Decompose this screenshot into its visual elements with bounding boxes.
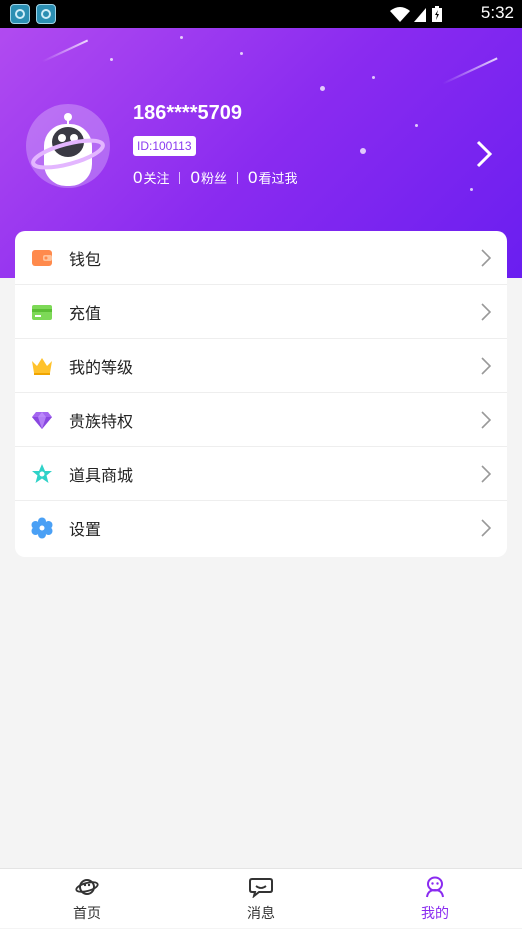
menu-item-label: 充值 bbox=[69, 304, 102, 323]
stat-count: 0 bbox=[190, 168, 200, 187]
crown-icon bbox=[32, 358, 52, 375]
tab-home[interactable]: 首页 bbox=[0, 869, 174, 929]
menu-item-label: 贵族特权 bbox=[69, 412, 134, 431]
planet-icon bbox=[75, 879, 99, 895]
stat-following[interactable]: 0关注 bbox=[133, 168, 169, 188]
stat-divider bbox=[236, 172, 238, 184]
chevron-right-icon bbox=[481, 357, 491, 375]
decor-star bbox=[180, 36, 183, 39]
flower-gear-icon bbox=[31, 517, 53, 539]
stat-divider bbox=[179, 172, 181, 184]
status-time: 5:32 bbox=[480, 3, 514, 22]
stat-visitors[interactable]: 0看过我 bbox=[248, 168, 297, 188]
profile-stats: 0关注 0粉丝 0看过我 bbox=[133, 167, 297, 189]
menu-item-label: 设置 bbox=[69, 520, 102, 539]
tab-label: 首页 bbox=[73, 906, 101, 922]
stat-label: 关注 bbox=[143, 172, 170, 187]
chat-bubble-icon bbox=[249, 878, 273, 898]
stat-label: 粉丝 bbox=[200, 172, 227, 187]
wifi-icon bbox=[390, 7, 410, 22]
decor-star bbox=[360, 148, 366, 154]
user-phone: 186****5709 bbox=[133, 102, 242, 124]
battery-icon bbox=[432, 6, 442, 22]
decor-streak bbox=[442, 57, 498, 85]
menu-item-label: 钱包 bbox=[69, 250, 102, 269]
star-icon bbox=[32, 464, 52, 483]
chevron-right-icon bbox=[481, 249, 491, 267]
notification-app-icon bbox=[10, 4, 30, 24]
menu-item-recharge[interactable]: 充值 bbox=[15, 285, 507, 339]
bottom-tab-bar: 首页 消息 我的 bbox=[0, 868, 522, 928]
user-id-badge: ID:100113 bbox=[133, 136, 196, 156]
decor-star bbox=[470, 188, 473, 191]
chevron-right-icon[interactable] bbox=[472, 138, 496, 170]
stat-label: 看过我 bbox=[258, 172, 298, 187]
tab-label: 消息 bbox=[247, 906, 275, 922]
decor-star bbox=[240, 52, 243, 55]
menu-item-wallet[interactable]: 钱包 bbox=[15, 231, 507, 285]
menu-item-shop[interactable]: 道具商城 bbox=[15, 447, 507, 501]
stat-fans[interactable]: 0粉丝 bbox=[190, 168, 226, 188]
astronaut-avatar-icon bbox=[31, 113, 105, 186]
menu-item-settings[interactable]: 设置 bbox=[15, 501, 507, 555]
notification-app-icon bbox=[36, 4, 56, 24]
chevron-right-icon bbox=[481, 465, 491, 483]
decor-star bbox=[415, 124, 418, 127]
tab-messages[interactable]: 消息 bbox=[174, 869, 348, 929]
decor-streak bbox=[41, 39, 89, 63]
menu-item-level[interactable]: 我的等级 bbox=[15, 339, 507, 393]
menu-card: 钱包 充值 我的等级 贵族特权 道具商城 设置 bbox=[15, 231, 507, 557]
wallet-icon bbox=[32, 250, 52, 266]
tab-label: 我的 bbox=[421, 906, 449, 922]
decor-star bbox=[320, 86, 325, 91]
decor-star bbox=[110, 58, 113, 61]
stat-count: 0 bbox=[247, 168, 258, 187]
menu-item-label: 我的等级 bbox=[69, 358, 134, 377]
menu-item-label: 道具商城 bbox=[69, 466, 134, 485]
decor-star bbox=[372, 76, 375, 79]
diamond-icon bbox=[32, 412, 52, 429]
status-icons bbox=[390, 6, 442, 22]
chevron-right-icon bbox=[481, 411, 491, 429]
avatar[interactable] bbox=[26, 104, 110, 188]
signal-icon bbox=[414, 8, 426, 22]
tab-mine[interactable]: 我的 bbox=[348, 869, 522, 929]
stat-count: 0 bbox=[133, 168, 143, 187]
user-icon bbox=[426, 876, 444, 898]
status-bar: 5:32 bbox=[0, 0, 522, 28]
chevron-right-icon bbox=[481, 303, 491, 321]
card-icon bbox=[32, 305, 52, 320]
chevron-right-icon bbox=[481, 519, 491, 537]
menu-item-nobility[interactable]: 贵族特权 bbox=[15, 393, 507, 447]
